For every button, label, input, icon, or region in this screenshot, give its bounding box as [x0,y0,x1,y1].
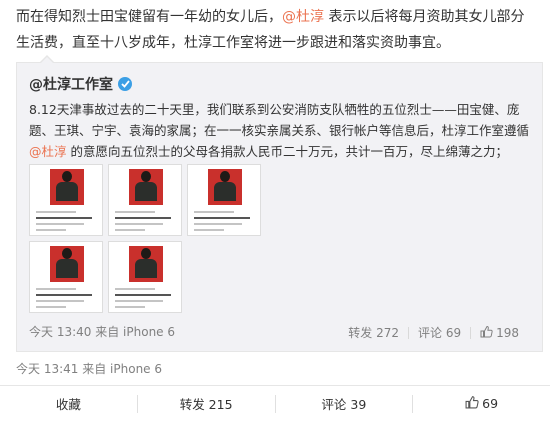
doc-line [36,217,92,219]
doc-line [194,211,234,213]
quoted-body-part: 8.12天津事故过去的二十天里，我们联系到公安消防支队牺牲的五位烈士——田宝健、… [29,102,530,138]
quoted-source: 来自 iPhone 6 [95,325,176,339]
thumbs-up-icon [480,325,493,341]
favorite-button[interactable]: 收藏 [0,394,137,414]
doc-line [194,223,242,225]
like-button[interactable]: 69 [413,394,550,414]
doc-line [115,223,163,225]
doc-line [115,306,145,308]
portrait-uniform [214,182,236,201]
doc-line [36,229,66,231]
quoted-author: @杜淳工作室 [29,74,132,94]
portrait-head [141,248,151,259]
doc-line [36,294,92,296]
image-thumbnail[interactable] [29,164,103,236]
quoted-post: @杜淳工作室 8.12天津事故过去的二十天里，我们联系到公安消防支队牺牲的五位烈… [16,62,543,352]
post-text: 而在得知烈士田宝健留有一年幼的女儿后，@杜淳 表示以后将每月资助其女儿部分生活费… [16,4,538,56]
doc-line [36,288,76,290]
verified-badge-icon [118,77,132,91]
mention-link[interactable]: @杜淳 [282,9,324,25]
thumbs-up-icon [465,395,479,412]
action-bar: 收藏 转发 215 评论 39 69 [0,385,550,421]
doc-line [194,229,224,231]
quoted-like-button[interactable]: 198 [471,325,528,341]
doc-line [194,217,250,219]
post-source: 来自 iPhone 6 [82,362,163,376]
portrait-uniform [135,182,157,201]
portrait-uniform [135,259,157,278]
image-thumbnail[interactable] [108,241,182,313]
portrait-head [62,171,72,182]
quote-caret-inner [41,57,53,63]
quoted-comment-button[interactable]: 评论 69 [409,324,470,341]
portrait-head [220,171,230,182]
portrait-head [62,248,72,259]
quoted-repost-button[interactable]: 转发 272 [339,324,408,341]
doc-line [36,211,76,213]
post-meta: 今天 13:41 来自 iPhone 6 [16,361,162,377]
repost-button[interactable]: 转发 215 [138,394,275,414]
quoted-author-link[interactable]: @杜淳工作室 [29,74,113,94]
doc-line [115,211,155,213]
post-time-link[interactable]: 今天 13:41 [16,362,78,376]
doc-line [115,288,155,290]
quoted-body-part: 的意愿向五位烈士的父母各捐款人民币二十万元，共计一百万，尽上绵薄之力； [66,144,508,159]
doc-line [115,294,171,296]
quoted-actions: 转发 272 评论 69 198 [339,324,528,341]
quoted-meta: 今天 13:40 来自 iPhone 6 [29,324,175,340]
quoted-time-link[interactable]: 今天 13:40 [29,325,91,339]
doc-line [115,217,171,219]
portrait-uniform [56,259,78,278]
portrait-uniform [56,182,78,201]
mention-link[interactable]: @杜淳 [29,144,67,159]
quoted-like-count: 198 [496,325,519,340]
doc-line [36,300,84,302]
image-thumbnail[interactable] [108,164,182,236]
image-thumbnail[interactable] [187,164,261,236]
comment-button[interactable]: 评论 39 [276,394,413,414]
portrait-head [141,171,151,182]
like-count: 69 [482,396,499,411]
doc-line [36,223,84,225]
post-text-part: 而在得知烈士田宝健留有一年幼的女儿后， [16,9,282,25]
doc-line [36,306,66,308]
doc-line [115,229,145,231]
quoted-body: 8.12天津事故过去的二十天里，我们联系到公安消防支队牺牲的五位烈士——田宝健、… [29,99,532,162]
doc-line [115,300,163,302]
image-thumbnail[interactable] [29,241,103,313]
